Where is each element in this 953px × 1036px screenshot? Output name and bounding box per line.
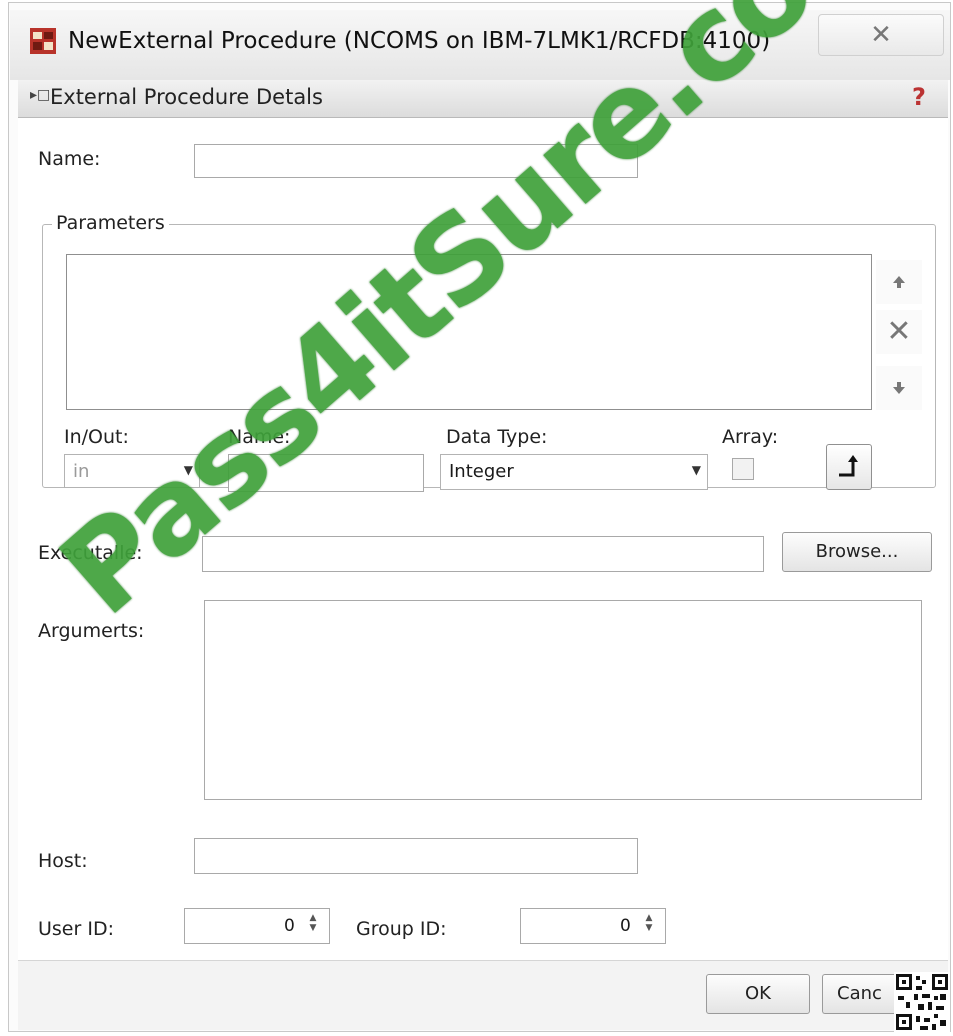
- data-type-label: Data Type:: [446, 426, 548, 448]
- parameters-legend: Parameters: [52, 212, 169, 234]
- user-id-value: 0: [284, 916, 295, 936]
- delete-parameter-button[interactable]: ✕: [876, 310, 922, 354]
- in-out-label: In/Out:: [64, 426, 129, 448]
- array-label: Array:: [722, 426, 779, 448]
- insert-arrow-icon: [839, 455, 858, 477]
- ok-button[interactable]: OK: [706, 974, 810, 1014]
- collapse-icon[interactable]: ▸□: [30, 87, 50, 103]
- data-type-select[interactable]: Integer ▼: [440, 454, 708, 490]
- arrow-up-icon: [893, 276, 905, 288]
- chevron-down-icon: ▼: [691, 463, 701, 477]
- close-icon: ✕: [870, 20, 892, 50]
- move-up-button[interactable]: [876, 260, 922, 304]
- group-id-label: Group ID:: [356, 918, 447, 940]
- group-id-spin-icon[interactable]: ▲ ▼: [638, 913, 660, 933]
- add-parameter-button[interactable]: [826, 444, 872, 490]
- in-out-value: in: [73, 461, 90, 482]
- move-down-button[interactable]: [876, 366, 922, 410]
- group-id-value: 0: [620, 916, 631, 936]
- app-icon: [30, 28, 56, 54]
- name-label: Name:: [38, 148, 101, 170]
- arguments-textarea[interactable]: [204, 600, 922, 800]
- user-id-label: User ID:: [38, 918, 114, 940]
- browse-button[interactable]: Browse...: [782, 532, 932, 572]
- help-icon[interactable]: ?: [912, 83, 926, 111]
- host-label: Host:: [38, 850, 88, 872]
- data-type-value: Integer: [449, 461, 514, 482]
- host-input[interactable]: [194, 838, 638, 874]
- arrow-down-icon: [893, 382, 905, 394]
- delete-icon: ✕: [886, 314, 912, 349]
- section-title: External Procedure Detals: [50, 85, 323, 109]
- array-checkbox[interactable]: [732, 458, 754, 480]
- qr-code-image: [894, 972, 950, 1032]
- user-id-spin-icon[interactable]: ▲ ▼: [302, 913, 324, 933]
- executable-input[interactable]: [202, 536, 764, 572]
